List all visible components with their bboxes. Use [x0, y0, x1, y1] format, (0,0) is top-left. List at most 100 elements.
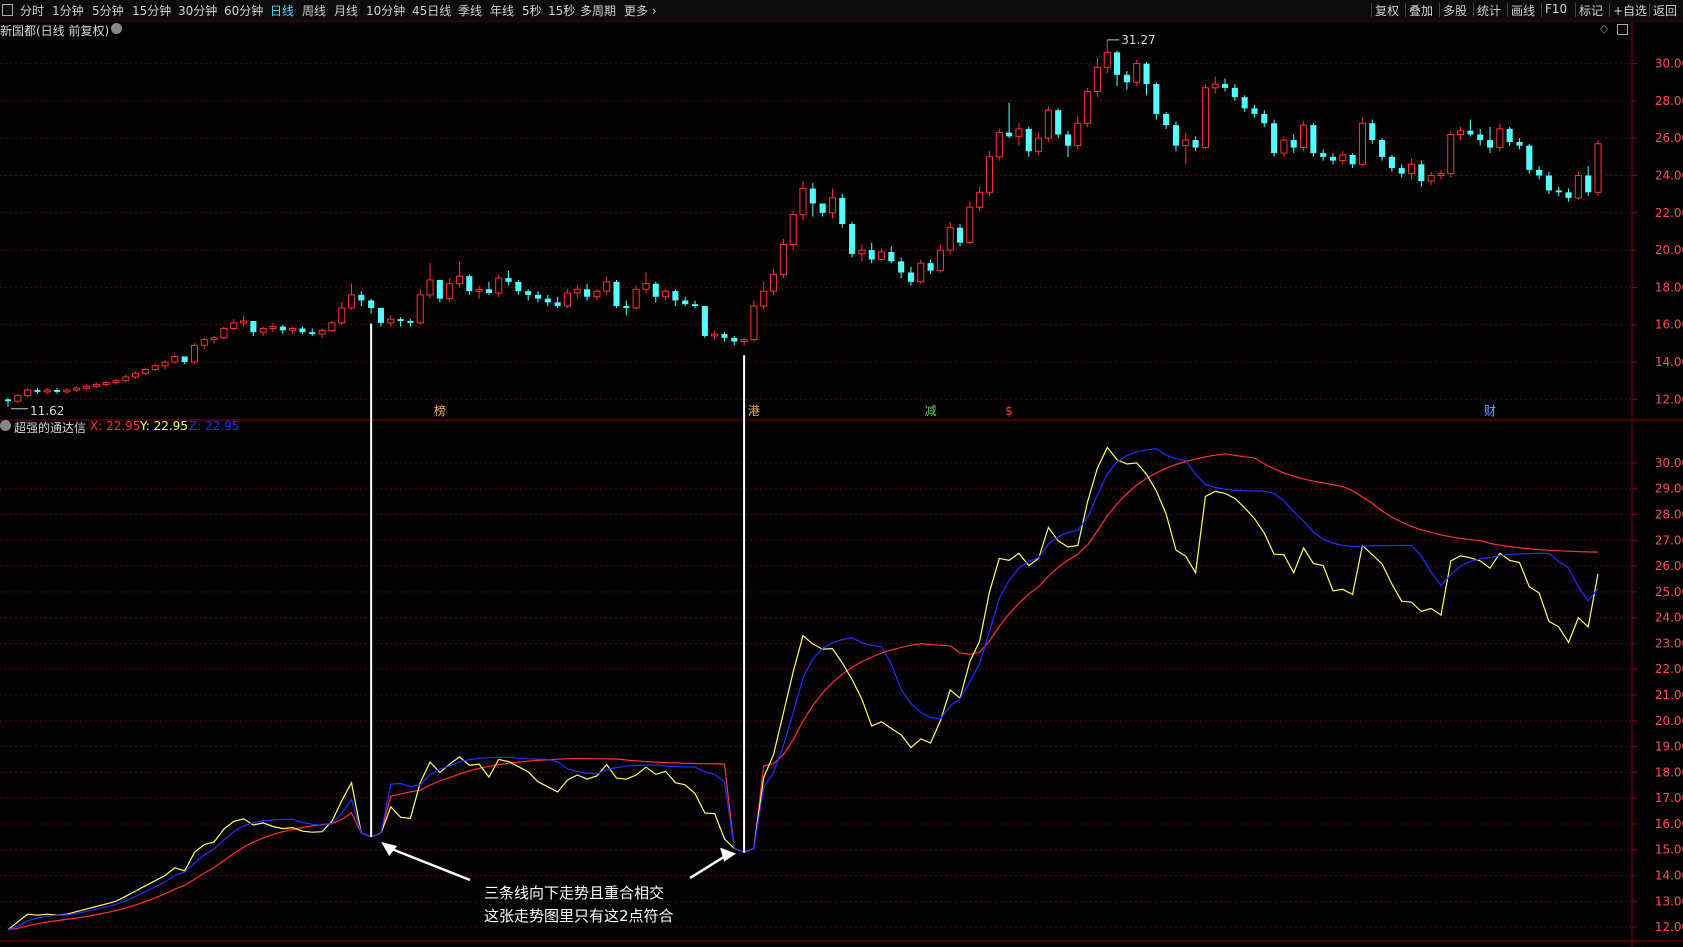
candle-body-down	[1398, 168, 1405, 174]
candle-body-up	[593, 290, 601, 298]
indicator-axis-label: 24.00	[1655, 611, 1683, 625]
main-axis-label: 22.00	[1655, 206, 1683, 220]
candle-body-down	[652, 283, 659, 297]
candle-body-down	[613, 281, 620, 307]
candle-body-up	[1574, 175, 1582, 199]
candle-body-up	[1300, 124, 1308, 149]
candle-body-up	[1280, 139, 1288, 154]
candle-body-down	[809, 188, 816, 204]
event-marker: 港	[748, 404, 760, 418]
candle-body-down	[1231, 87, 1238, 98]
candle-body-up	[750, 305, 758, 341]
candle-body-down	[34, 390, 41, 392]
candle-body-down	[1143, 63, 1150, 85]
window-toggle-icon[interactable]	[1617, 24, 1628, 35]
diamond-icon[interactable]: ◇	[1600, 22, 1608, 35]
indicator-lines	[7, 446, 1599, 931]
candle-body-down	[1153, 84, 1160, 114]
candle-body-down	[1477, 134, 1484, 141]
candle-body-up	[73, 387, 81, 391]
candle-body-up	[711, 333, 719, 337]
main-axis-label: 12.00	[1655, 392, 1683, 406]
indicator-axis-label: 26.00	[1655, 559, 1683, 573]
indicator-z-value: Z: 22.95	[189, 419, 240, 433]
candle-body-up	[347, 294, 356, 309]
indicator-dropdown-icon[interactable]	[0, 420, 11, 431]
candle-body-up	[122, 376, 130, 382]
settings-dropdown-icon[interactable]	[111, 23, 122, 34]
indicator-axis-label: 20.00	[1655, 714, 1683, 728]
candle-body-down	[731, 337, 738, 342]
series-x-line	[7, 453, 1599, 931]
candle-body-down	[1536, 169, 1543, 176]
low-label: 11.62	[30, 404, 64, 418]
series-z-line	[7, 448, 1599, 931]
candle-body-down	[1172, 125, 1180, 146]
candle-body-down	[368, 300, 375, 308]
indicator-axis-label: 28.00	[1655, 508, 1683, 522]
candle-body-down	[1329, 156, 1337, 161]
indicator-axis-label: 19.00	[1655, 740, 1683, 754]
indicator-axis-label: 29.00	[1655, 482, 1683, 496]
candle-body-down	[1349, 154, 1356, 165]
candle-body-down	[1025, 128, 1032, 152]
candle-body-up	[318, 329, 326, 335]
candle-body-down	[397, 319, 404, 321]
candle-body-down	[1241, 97, 1248, 109]
candle-body-up	[1182, 139, 1190, 147]
candle-body-down	[1506, 128, 1513, 142]
candle-body-down	[1516, 141, 1523, 146]
candle-body-up	[936, 249, 944, 272]
candle-body-down	[1006, 132, 1013, 137]
main-axis-label: 16.00	[1655, 318, 1683, 332]
candle-body-down	[1418, 164, 1425, 182]
candle-body-down	[525, 291, 532, 295]
candle-body-up	[779, 244, 787, 275]
candle-body-up	[1211, 83, 1219, 89]
candle-body-up	[387, 318, 395, 324]
candle-body-down	[927, 263, 934, 271]
indicator-axis-label: 14.00	[1655, 869, 1683, 883]
main-axis-label: 18.00	[1655, 280, 1683, 294]
candle-body-up	[995, 132, 1003, 158]
candle-body-up	[1074, 122, 1082, 147]
candle-body-down	[1290, 140, 1297, 148]
candle-body-up	[338, 307, 346, 324]
main-axis-label: 30.00	[1655, 57, 1683, 71]
candle-body-down	[623, 306, 630, 308]
candle-body-up	[917, 262, 925, 283]
candle-body-up	[328, 322, 336, 331]
candle-body-up	[141, 369, 149, 374]
high-label: 31.27	[1121, 33, 1155, 47]
candle-body-up	[14, 395, 22, 402]
candle-body-up	[289, 327, 297, 331]
candle-body-down	[839, 197, 846, 224]
indicator-axis-label: 22.00	[1655, 662, 1683, 676]
candle-body-down	[1555, 190, 1562, 193]
candle-body-down	[466, 276, 473, 292]
candle-body-up	[858, 249, 866, 255]
candle-body-up	[269, 326, 277, 329]
candle-body-down	[1271, 123, 1278, 154]
candle-body-up	[151, 365, 159, 370]
candle-body-up	[220, 327, 228, 339]
candle-body-up	[946, 227, 954, 251]
candle-body-down	[701, 306, 708, 336]
candle-body-down	[868, 250, 875, 260]
candle-body-up	[573, 288, 581, 294]
indicator-axis-label: 16.00	[1655, 817, 1683, 831]
candle-body-down	[1261, 113, 1268, 124]
candle-body-up	[770, 273, 778, 292]
candle-body-up	[1035, 137, 1043, 152]
candle-body-up	[259, 327, 267, 333]
main-axis-label: 26.00	[1655, 131, 1683, 145]
candle-body-down	[4, 399, 12, 402]
event-marker: 减	[925, 404, 937, 418]
candle-body-down	[691, 304, 699, 307]
candle-body-up	[230, 322, 238, 329]
indicator-y-value: Y: 22.95	[140, 419, 188, 433]
candle-body-up	[1447, 133, 1455, 175]
candle-body-down	[279, 326, 286, 331]
annotation-line-1: 三条线向下走势且重合相交	[484, 884, 665, 902]
candle-body-up	[1496, 128, 1504, 149]
